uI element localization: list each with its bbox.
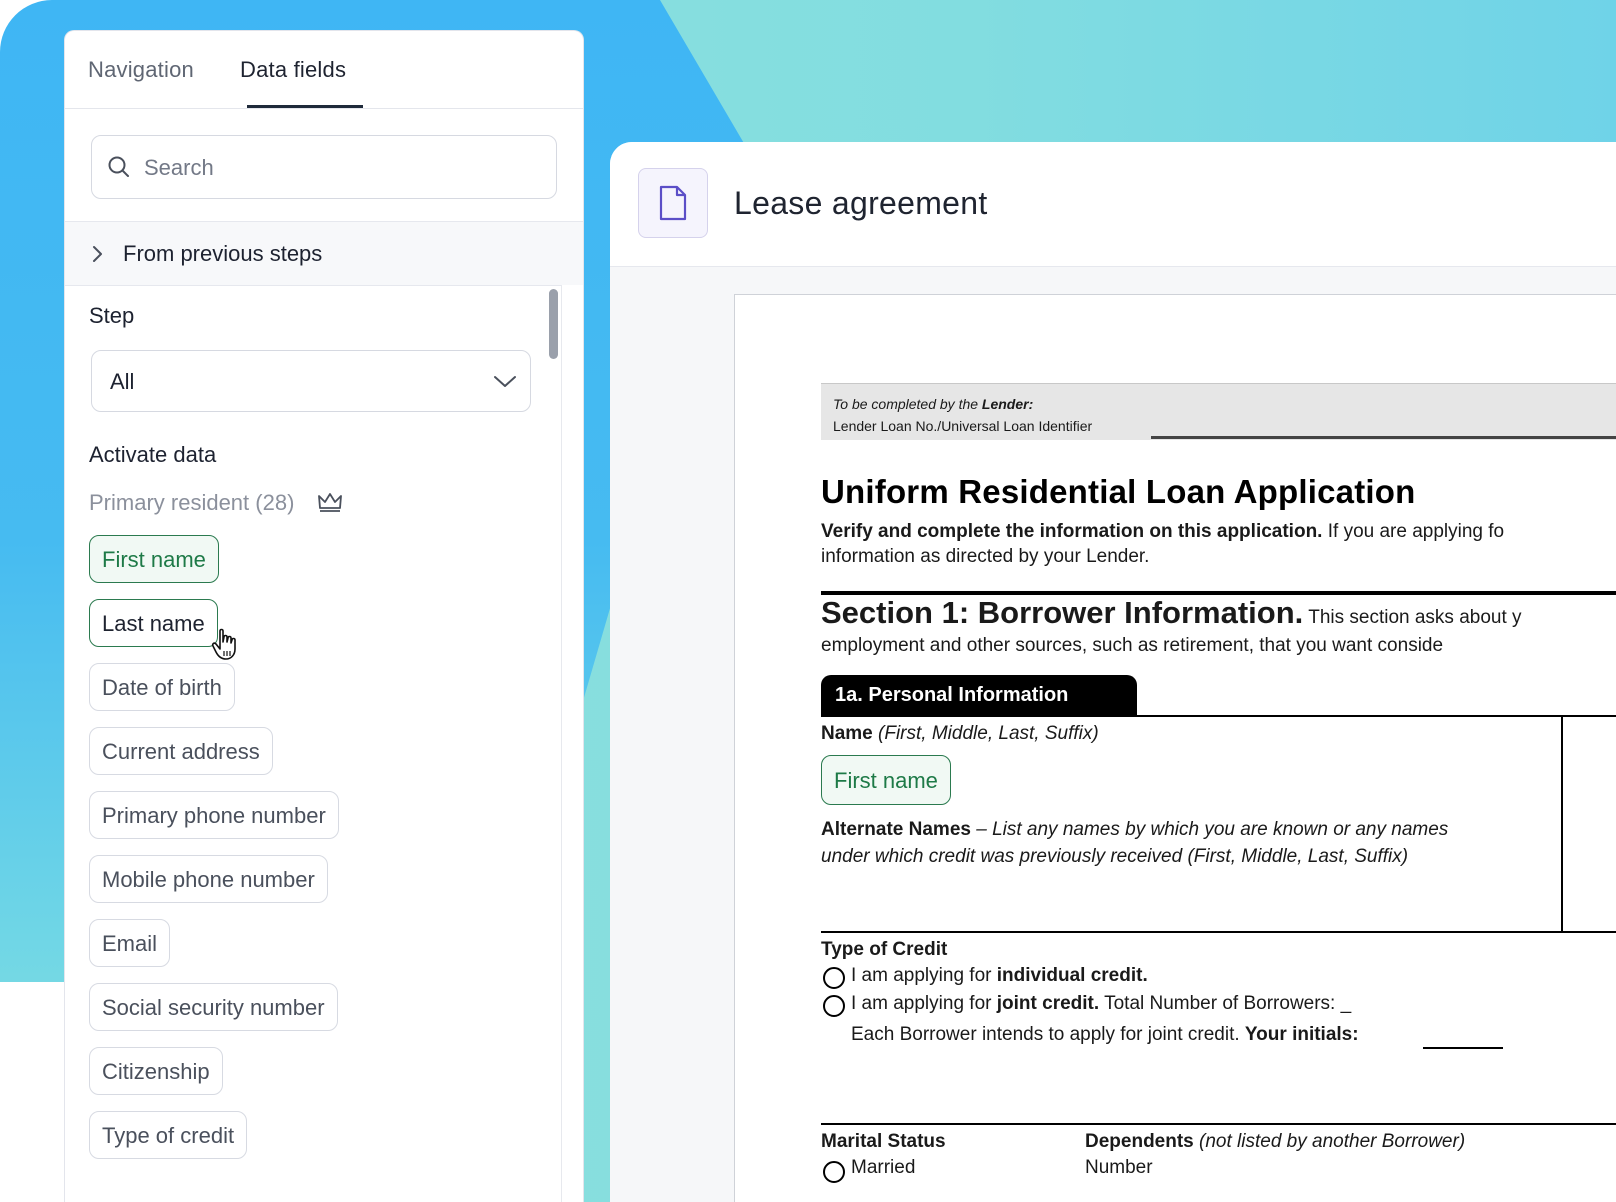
step-select-value: All (110, 369, 135, 394)
document-first-name-chip[interactable]: First name (821, 755, 951, 805)
type-of-credit-rule (821, 931, 1616, 933)
personal-info-rule (821, 715, 1616, 717)
individual-credit-label: I am applying for individual credit. (851, 965, 1148, 986)
field-chip-last-name[interactable]: Last name (89, 599, 218, 647)
search-icon (108, 156, 129, 177)
chevron-right-icon (93, 246, 102, 262)
field-chip-date-of-birth[interactable]: Date of birth (89, 663, 235, 711)
marital-status-label: Marital Status (821, 1131, 946, 1152)
scrollbar-track (561, 285, 583, 1202)
primary-resident-label: Primary resident (28) (89, 490, 295, 515)
panel-tabs: Navigation Data fields (65, 31, 583, 109)
joint-credit-initials-line: Each Borrower intends to apply for joint… (851, 1024, 1359, 1045)
married-radio[interactable] (823, 1161, 845, 1183)
from-previous-steps-row[interactable]: From previous steps (65, 221, 583, 286)
document-header: Lease agreement (610, 142, 1616, 267)
personal-information-tab: 1a. Personal Information (821, 675, 1137, 717)
search-placeholder: Search (144, 155, 214, 180)
tab-navigation[interactable]: Navigation (88, 57, 194, 83)
section-1-line-2: employment and other sources, such as re… (821, 635, 1444, 656)
field-chip-current-address[interactable]: Current address (89, 727, 273, 775)
name-box-right-rule (1561, 715, 1563, 931)
lender-fill-line (1151, 436, 1616, 439)
tab-data-fields[interactable]: Data fields (240, 57, 346, 83)
active-tab-indicator (247, 105, 363, 108)
document-icon-box (638, 168, 708, 238)
field-chip-ssn[interactable]: Social security number (89, 983, 338, 1031)
data-fields-panel: Navigation Data fields Search From previ… (64, 30, 584, 1202)
document-icon (659, 185, 687, 221)
dependents-number-label: Number (1085, 1157, 1153, 1178)
step-label: Step (89, 303, 135, 328)
dependents-label: Dependents (not listed by another Borrow… (1085, 1131, 1466, 1152)
joint-credit-radio[interactable] (823, 995, 845, 1017)
name-label: Name (First, Middle, Last, Suffix) (821, 723, 1099, 744)
type-of-credit-label: Type of Credit (821, 939, 948, 960)
screen: Navigation Data fields Search From previ… (0, 0, 1616, 1202)
step-select[interactable]: All (91, 350, 531, 412)
field-chip-mobile-phone[interactable]: Mobile phone number (89, 855, 328, 903)
chevron-down-icon (494, 376, 516, 387)
verify-line-1: Verify and complete the information on t… (821, 521, 1505, 542)
document-card: Lease agreement To be completed by the L… (610, 142, 1616, 1202)
field-chip-primary-phone[interactable]: Primary phone number (89, 791, 339, 839)
field-chip-first-name[interactable]: First name (89, 535, 219, 583)
field-chip-email[interactable]: Email (89, 919, 171, 967)
lender-line-2: Lender Loan No./Universal Loan Identifie… (833, 418, 1093, 434)
form-title: Uniform Residential Loan Application (821, 473, 1416, 510)
lender-box: To be completed by the Lender: Lender Lo… (821, 383, 1616, 440)
married-label: Married (851, 1157, 916, 1178)
section-1-line-1: Section 1: Borrower Information. This se… (821, 595, 1522, 630)
alternate-names-line-1: Alternate Names – List any names by whic… (821, 819, 1449, 840)
document-title: Lease agreement (734, 185, 988, 221)
search-input[interactable]: Search (91, 135, 557, 199)
joint-credit-label: I am applying for joint credit. Total Nu… (851, 993, 1352, 1014)
field-chip-citizenship[interactable]: Citizenship (89, 1047, 223, 1095)
verify-line-2: information as directed by your Lender. (821, 546, 1150, 567)
form-page: To be completed by the Lender: Lender Lo… (734, 294, 1616, 1202)
field-chip-type-of-credit[interactable]: Type of credit (89, 1111, 248, 1159)
marital-status-rule (821, 1123, 1616, 1125)
lender-line-1: To be completed by the Lender: (833, 396, 1034, 412)
scrollbar-thumb[interactable] (549, 289, 558, 359)
activate-data-label: Activate data (89, 442, 217, 467)
crown-icon (318, 493, 342, 512)
individual-credit-radio[interactable] (823, 967, 845, 989)
background-white-strip (0, 982, 64, 1202)
initials-fill-line (1423, 1047, 1503, 1049)
from-previous-steps-label: From previous steps (123, 241, 323, 266)
alternate-names-line-2: under which credit was previously receiv… (821, 846, 1409, 867)
hand-pointer-icon (211, 628, 236, 660)
